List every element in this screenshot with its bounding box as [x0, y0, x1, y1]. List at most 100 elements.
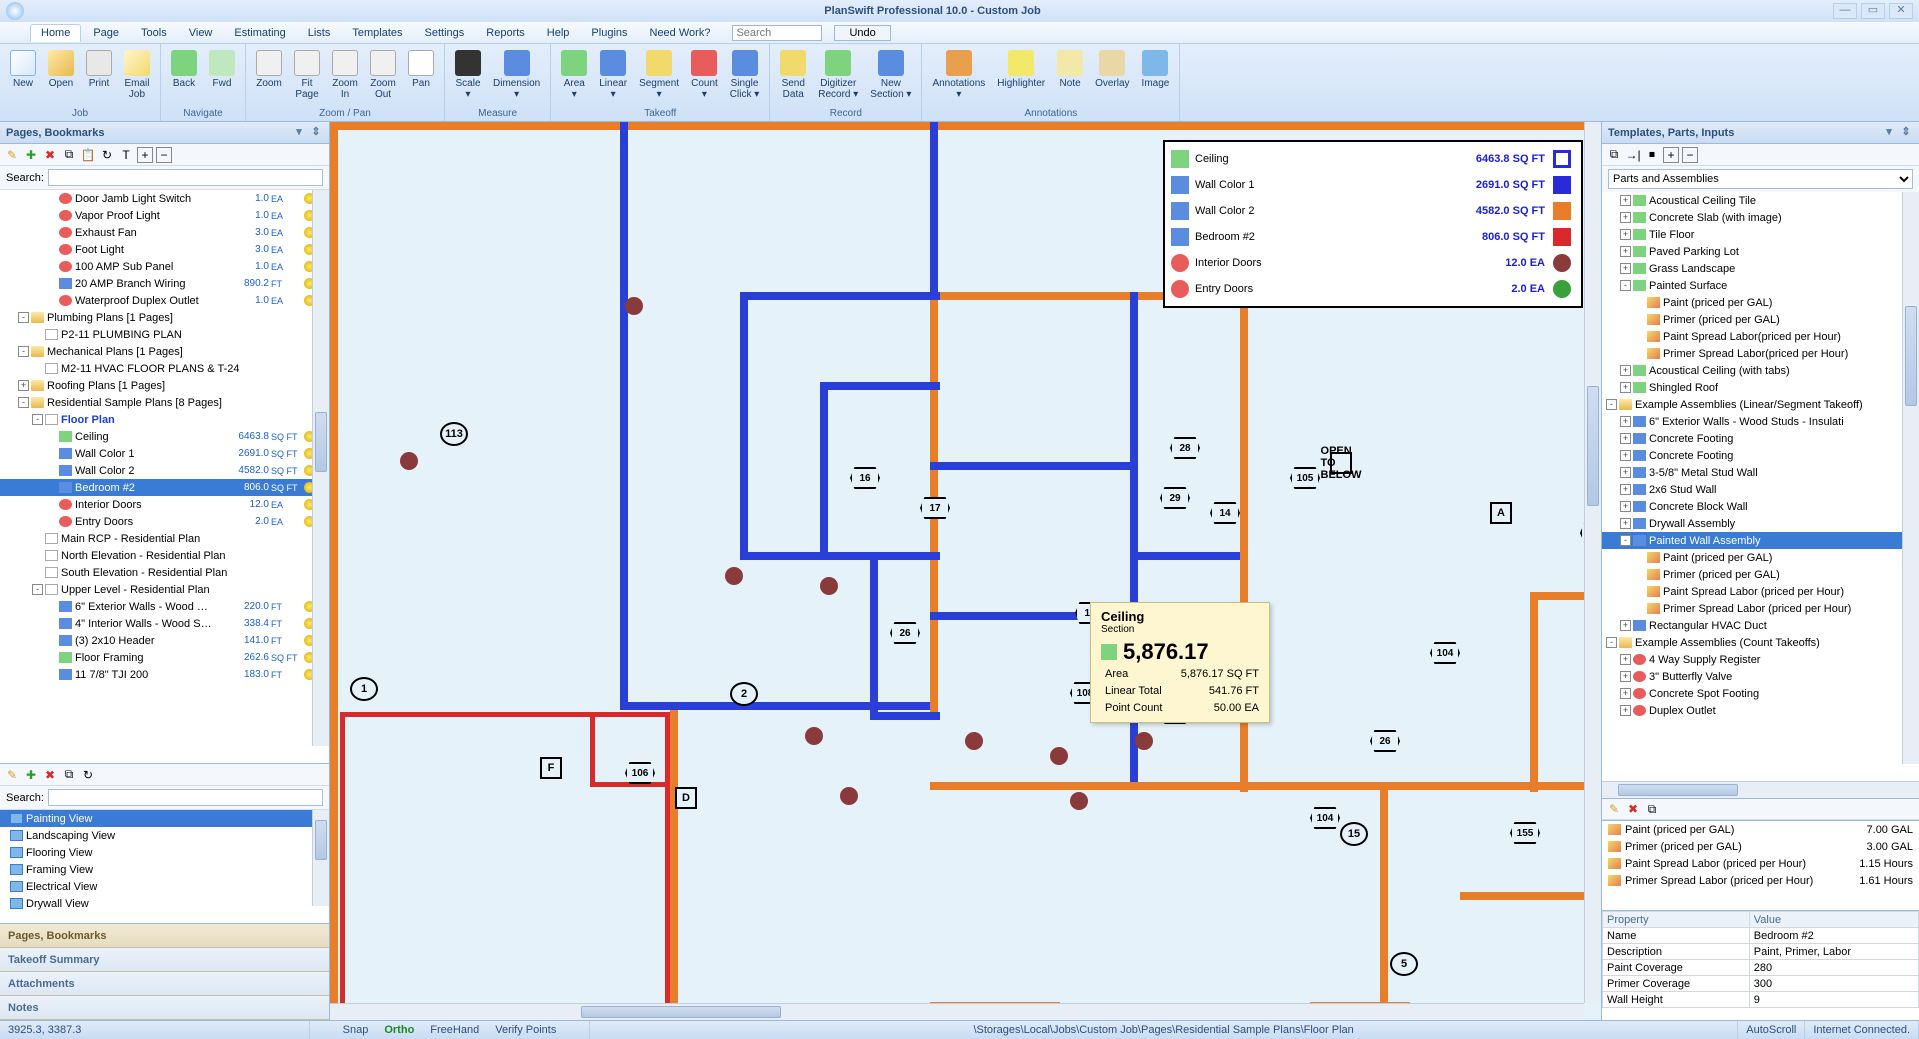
menu-view[interactable]: View	[179, 25, 223, 41]
expand-button[interactable]: +	[137, 147, 153, 163]
tree-row[interactable]: +Concrete Block Wall	[1602, 498, 1919, 515]
ribbon-back-button[interactable]: Back	[165, 46, 203, 108]
close-button[interactable]: ✕	[1889, 3, 1913, 19]
ribbon-email-job-button[interactable]: EmailJob	[118, 46, 156, 108]
prop-row[interactable]: Primer Coverage300	[1603, 976, 1919, 992]
tree-row[interactable]: -Painted Wall Assembly	[1602, 532, 1919, 549]
menu-lists[interactable]: Lists	[298, 25, 341, 41]
tree-row[interactable]: Interior Doors12.0EA	[0, 496, 329, 513]
drawing-canvas[interactable]: 1131211310616172628291418271081591042610…	[330, 122, 1601, 1020]
cost-row[interactable]: Paint Spread Labor (priced per Hour)1.15…	[1602, 855, 1919, 872]
undo-button[interactable]: Undo	[834, 25, 890, 41]
expand-icon[interactable]: +	[1620, 195, 1631, 206]
tree-row[interactable]: +Concrete Slab (with image)	[1602, 209, 1919, 226]
ribbon-count-button[interactable]: Count▾	[685, 46, 724, 108]
left-tree-scrollbar[interactable]	[312, 190, 329, 746]
ribbon-zoom-out-button[interactable]: ZoomOut	[364, 46, 402, 108]
menu-reports[interactable]: Reports	[476, 25, 535, 41]
tree-row[interactable]: +Drywall Assembly	[1602, 515, 1919, 532]
tree-row[interactable]: North Elevation - Residential Plan	[0, 547, 329, 564]
expand-icon[interactable]: -	[1606, 399, 1617, 410]
tree-row[interactable]: Waterproof Duplex Outlet1.0EA	[0, 292, 329, 309]
expand-icon[interactable]: -	[1620, 280, 1631, 291]
tree-row[interactable]: 4" Interior Walls - Wood Stud338.4FT	[0, 615, 329, 632]
view-item[interactable]: Landscaping View	[0, 827, 329, 844]
tree-row[interactable]: Main RCP - Residential Plan	[0, 530, 329, 547]
ribbon-image-button[interactable]: Image	[1136, 46, 1176, 108]
expand-icon[interactable]: +	[1620, 484, 1631, 495]
prop-value[interactable]: 280	[1749, 960, 1918, 976]
prop-value[interactable]: Paint, Primer, Labor	[1749, 944, 1918, 960]
bottom-tab-notes[interactable]: Notes	[0, 996, 329, 1020]
expand-icon[interactable]: -	[18, 312, 29, 323]
tree-row[interactable]: Wall Color 12691.0SQ FT	[0, 445, 329, 462]
tree-row[interactable]: Entry Doors2.0EA	[0, 513, 329, 530]
r-stop-button[interactable]: ⏹	[1644, 147, 1660, 163]
maximize-button[interactable]: ▭	[1861, 3, 1885, 19]
tree-row[interactable]: Primer Spread Labor(priced per Hour)	[1602, 345, 1919, 362]
expand-icon[interactable]: +	[1620, 518, 1631, 529]
tree-row[interactable]: -Upper Level - Residential Plan	[0, 581, 329, 598]
menu-plugins[interactable]: Plugins	[581, 25, 637, 41]
prop-value[interactable]: 300	[1749, 976, 1918, 992]
tree-row[interactable]: Bedroom #2806.0SQ FT	[0, 479, 329, 496]
expand-icon[interactable]: +	[1620, 501, 1631, 512]
tree-row[interactable]: Paint Spread Labor(priced per Hour)	[1602, 328, 1919, 345]
property-grid[interactable]: PropertyValueNameBedroom #2DescriptionPa…	[1602, 910, 1919, 1020]
expand-icon[interactable]: -	[32, 584, 43, 595]
pages-tree[interactable]: Door Jamb Light Switch1.0EAVapor Proof L…	[0, 190, 329, 763]
bottom-tab-takeoff-summary[interactable]: Takeoff Summary	[0, 948, 329, 972]
view-item[interactable]: Flooring View	[0, 844, 329, 861]
expand-icon[interactable]: +	[1620, 688, 1631, 699]
refresh-button[interactable]: ↻	[99, 147, 115, 163]
menu-settings[interactable]: Settings	[415, 25, 475, 41]
tree-row[interactable]: +Acoustical Ceiling Tile	[1602, 192, 1919, 209]
prop-row[interactable]: DescriptionPaint, Primer, Labor	[1603, 944, 1919, 960]
tree-row[interactable]: +6" Exterior Walls - Wood Studs - Insula…	[1602, 413, 1919, 430]
prop-value[interactable]: Bedroom #2	[1749, 928, 1918, 944]
expand-icon[interactable]: -	[32, 414, 43, 425]
cost-row[interactable]: Primer Spread Labor (priced per Hour)1.6…	[1602, 872, 1919, 889]
expand-icon[interactable]: +	[1620, 212, 1631, 223]
r-new-button[interactable]: ⧉	[1606, 147, 1622, 163]
expand-icon[interactable]: +	[1620, 246, 1631, 257]
r-collapse-button[interactable]: −	[1682, 147, 1698, 163]
ribbon-area-button[interactable]: Area▾	[555, 46, 593, 108]
parts-select[interactable]: Parts and Assemblies	[1608, 169, 1913, 189]
ribbon-note-button[interactable]: Note	[1051, 46, 1089, 108]
expand-icon[interactable]: +	[1620, 654, 1631, 665]
tree-row[interactable]: South Elevation - Residential Plan	[0, 564, 329, 581]
ribbon-send-data-button[interactable]: SendData	[774, 46, 812, 108]
views-edit-button[interactable]: ✎	[4, 767, 20, 783]
tree-row[interactable]: (3) 2x10 Header141.0FT	[0, 632, 329, 649]
tree-row[interactable]: Paint Spread Labor (priced per Hour)	[1602, 583, 1919, 600]
expand-icon[interactable]: -	[18, 397, 29, 408]
tree-row[interactable]: +Concrete Footing	[1602, 447, 1919, 464]
tree-row[interactable]: P2-11 PLUMBING PLAN	[0, 326, 329, 343]
tree-row[interactable]: 20 AMP Branch Wiring890.2FT	[0, 275, 329, 292]
expand-icon[interactable]: +	[1620, 705, 1631, 716]
tree-row[interactable]: +Duplex Outlet	[1602, 702, 1919, 719]
tree-row[interactable]: Door Jamb Light Switch1.0EA	[0, 190, 329, 207]
ribbon-fwd-button[interactable]: Fwd	[203, 46, 241, 108]
tree-row[interactable]: 11 7/8" TJI 200183.0FT	[0, 666, 329, 683]
views-scrollbar[interactable]	[312, 810, 329, 906]
cost-copy-button[interactable]: ⧉	[1644, 801, 1660, 817]
tree-row[interactable]: -Example Assemblies (Count Takeoffs)	[1602, 634, 1919, 651]
panel-pin-icon[interactable]: ⇕	[309, 126, 323, 140]
tree-row[interactable]: +3-5/8" Metal Stud Wall	[1602, 464, 1919, 481]
tree-row[interactable]: -Plumbing Plans [1 Pages]	[0, 309, 329, 326]
views-refresh-button[interactable]: ↻	[80, 767, 96, 783]
cost-row[interactable]: Paint (priced per GAL)7.00 GAL	[1602, 821, 1919, 838]
tree-row[interactable]: Floor Framing262.6SQ FT	[0, 649, 329, 666]
tree-row[interactable]: Wall Color 24582.0SQ FT	[0, 462, 329, 479]
view-item[interactable]: Drywall View	[0, 895, 329, 912]
prop-row[interactable]: NameBedroom #2	[1603, 928, 1919, 944]
view-item[interactable]: Painting View	[0, 810, 329, 827]
view-item[interactable]: Electrical View	[0, 878, 329, 895]
expand-icon[interactable]: +	[1620, 365, 1631, 376]
tree-row[interactable]: +Acoustical Ceiling (with tabs)	[1602, 362, 1919, 379]
views-copy-button[interactable]: ⧉	[61, 767, 77, 783]
tree-row[interactable]: +3" Butterfly Valve	[1602, 668, 1919, 685]
tree-row[interactable]: 6" Exterior Walls - Wood Stu...220.0FT	[0, 598, 329, 615]
